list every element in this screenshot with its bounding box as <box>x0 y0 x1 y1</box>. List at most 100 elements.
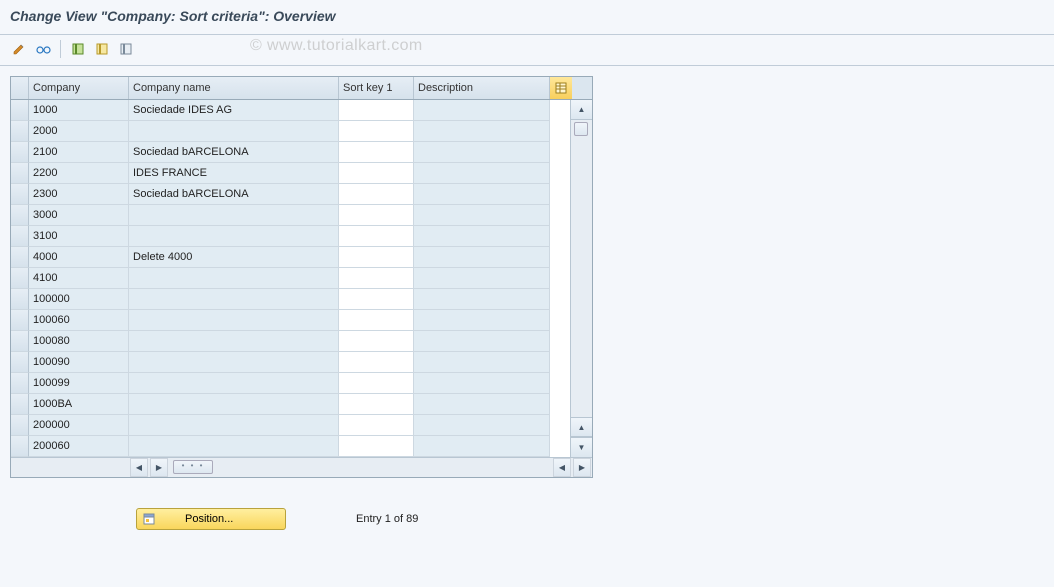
cell-sort-key[interactable] <box>339 436 414 457</box>
configure-columns-button[interactable] <box>550 77 572 99</box>
cell-description[interactable] <box>414 289 550 310</box>
cell-description[interactable] <box>414 268 550 289</box>
cell-description[interactable] <box>414 373 550 394</box>
scroll-down-small-button[interactable]: ▲ <box>571 417 592 437</box>
cell-company[interactable]: 4000 <box>29 247 129 268</box>
scroll-left-button[interactable]: ◀ <box>130 458 148 477</box>
scroll-thumb[interactable] <box>574 122 588 136</box>
cell-company[interactable]: 3000 <box>29 205 129 226</box>
hscroll-thumb[interactable]: • • • <box>173 460 213 474</box>
cell-company-name[interactable] <box>129 289 339 310</box>
cell-description[interactable] <box>414 415 550 436</box>
cell-sort-key[interactable] <box>339 310 414 331</box>
row-selector[interactable] <box>11 268 29 289</box>
column-selector[interactable] <box>11 77 29 99</box>
cell-description[interactable] <box>414 247 550 268</box>
cell-company-name[interactable] <box>129 352 339 373</box>
cell-description[interactable] <box>414 184 550 205</box>
scroll-right-button[interactable]: ▶ <box>573 458 591 477</box>
cell-company[interactable]: 100099 <box>29 373 129 394</box>
cell-description[interactable] <box>414 310 550 331</box>
cell-company-name[interactable]: Sociedade IDES AG <box>129 100 339 121</box>
cell-sort-key[interactable] <box>339 289 414 310</box>
cell-company-name[interactable] <box>129 331 339 352</box>
scroll-track[interactable] <box>571 120 592 417</box>
scroll-right-inner-button[interactable]: ▶ <box>150 458 168 477</box>
cell-company-name[interactable] <box>129 226 339 247</box>
cell-company-name[interactable] <box>129 121 339 142</box>
select-all-button[interactable] <box>67 39 89 59</box>
row-selector[interactable] <box>11 415 29 436</box>
cell-company[interactable]: 1000BA <box>29 394 129 415</box>
cell-company-name[interactable] <box>129 415 339 436</box>
cell-company[interactable]: 2300 <box>29 184 129 205</box>
deselect-all-button[interactable] <box>115 39 137 59</box>
cell-company[interactable]: 100090 <box>29 352 129 373</box>
select-block-button[interactable] <box>91 39 113 59</box>
cell-company[interactable]: 1000 <box>29 100 129 121</box>
cell-sort-key[interactable] <box>339 142 414 163</box>
cell-sort-key[interactable] <box>339 415 414 436</box>
cell-description[interactable] <box>414 436 550 457</box>
cell-company-name[interactable] <box>129 436 339 457</box>
cell-description[interactable] <box>414 163 550 184</box>
cell-description[interactable] <box>414 394 550 415</box>
cell-sort-key[interactable] <box>339 163 414 184</box>
row-selector[interactable] <box>11 289 29 310</box>
row-selector[interactable] <box>11 436 29 457</box>
cell-company-name[interactable] <box>129 394 339 415</box>
cell-company[interactable]: 200000 <box>29 415 129 436</box>
other-view-button[interactable] <box>32 39 54 59</box>
column-sort-key[interactable]: Sort key 1 <box>339 77 414 99</box>
row-selector[interactable] <box>11 142 29 163</box>
scroll-left-end-button[interactable]: ◀ <box>553 458 571 477</box>
cell-description[interactable] <box>414 121 550 142</box>
cell-company[interactable]: 100000 <box>29 289 129 310</box>
row-selector[interactable] <box>11 331 29 352</box>
vertical-scrollbar[interactable]: ▲ ▲ ▼ <box>570 100 592 457</box>
cell-description[interactable] <box>414 352 550 373</box>
row-selector[interactable] <box>11 205 29 226</box>
cell-sort-key[interactable] <box>339 121 414 142</box>
row-selector[interactable] <box>11 310 29 331</box>
cell-company-name[interactable]: Sociedad bARCELONA <box>129 184 339 205</box>
cell-description[interactable] <box>414 100 550 121</box>
cell-company-name[interactable] <box>129 205 339 226</box>
cell-sort-key[interactable] <box>339 205 414 226</box>
cell-company-name[interactable] <box>129 268 339 289</box>
cell-description[interactable] <box>414 142 550 163</box>
cell-company[interactable]: 100080 <box>29 331 129 352</box>
position-button[interactable]: Position... <box>136 508 286 530</box>
cell-company-name[interactable]: IDES FRANCE <box>129 163 339 184</box>
cell-sort-key[interactable] <box>339 331 414 352</box>
cell-company-name[interactable]: Delete 4000 <box>129 247 339 268</box>
cell-sort-key[interactable] <box>339 394 414 415</box>
row-selector[interactable] <box>11 352 29 373</box>
cell-company[interactable]: 2100 <box>29 142 129 163</box>
cell-sort-key[interactable] <box>339 373 414 394</box>
cell-company[interactable]: 2000 <box>29 121 129 142</box>
cell-description[interactable] <box>414 226 550 247</box>
cell-company-name[interactable] <box>129 373 339 394</box>
cell-sort-key[interactable] <box>339 247 414 268</box>
row-selector[interactable] <box>11 163 29 184</box>
cell-description[interactable] <box>414 205 550 226</box>
column-company-name[interactable]: Company name <box>129 77 339 99</box>
column-company[interactable]: Company <box>29 77 129 99</box>
row-selector[interactable] <box>11 373 29 394</box>
cell-sort-key[interactable] <box>339 268 414 289</box>
scroll-down-button[interactable]: ▼ <box>571 437 592 457</box>
scroll-up-button[interactable]: ▲ <box>571 100 592 120</box>
row-selector[interactable] <box>11 394 29 415</box>
cell-sort-key[interactable] <box>339 352 414 373</box>
row-selector[interactable] <box>11 226 29 247</box>
cell-sort-key[interactable] <box>339 100 414 121</box>
horizontal-scrollbar[interactable]: ◀ ▶ • • • ◀ ▶ <box>11 457 592 477</box>
cell-sort-key[interactable] <box>339 226 414 247</box>
cell-company[interactable]: 100060 <box>29 310 129 331</box>
cell-company[interactable]: 3100 <box>29 226 129 247</box>
change-button[interactable] <box>8 39 30 59</box>
column-description[interactable]: Description <box>414 77 550 99</box>
cell-company-name[interactable]: Sociedad bARCELONA <box>129 142 339 163</box>
row-selector[interactable] <box>11 247 29 268</box>
